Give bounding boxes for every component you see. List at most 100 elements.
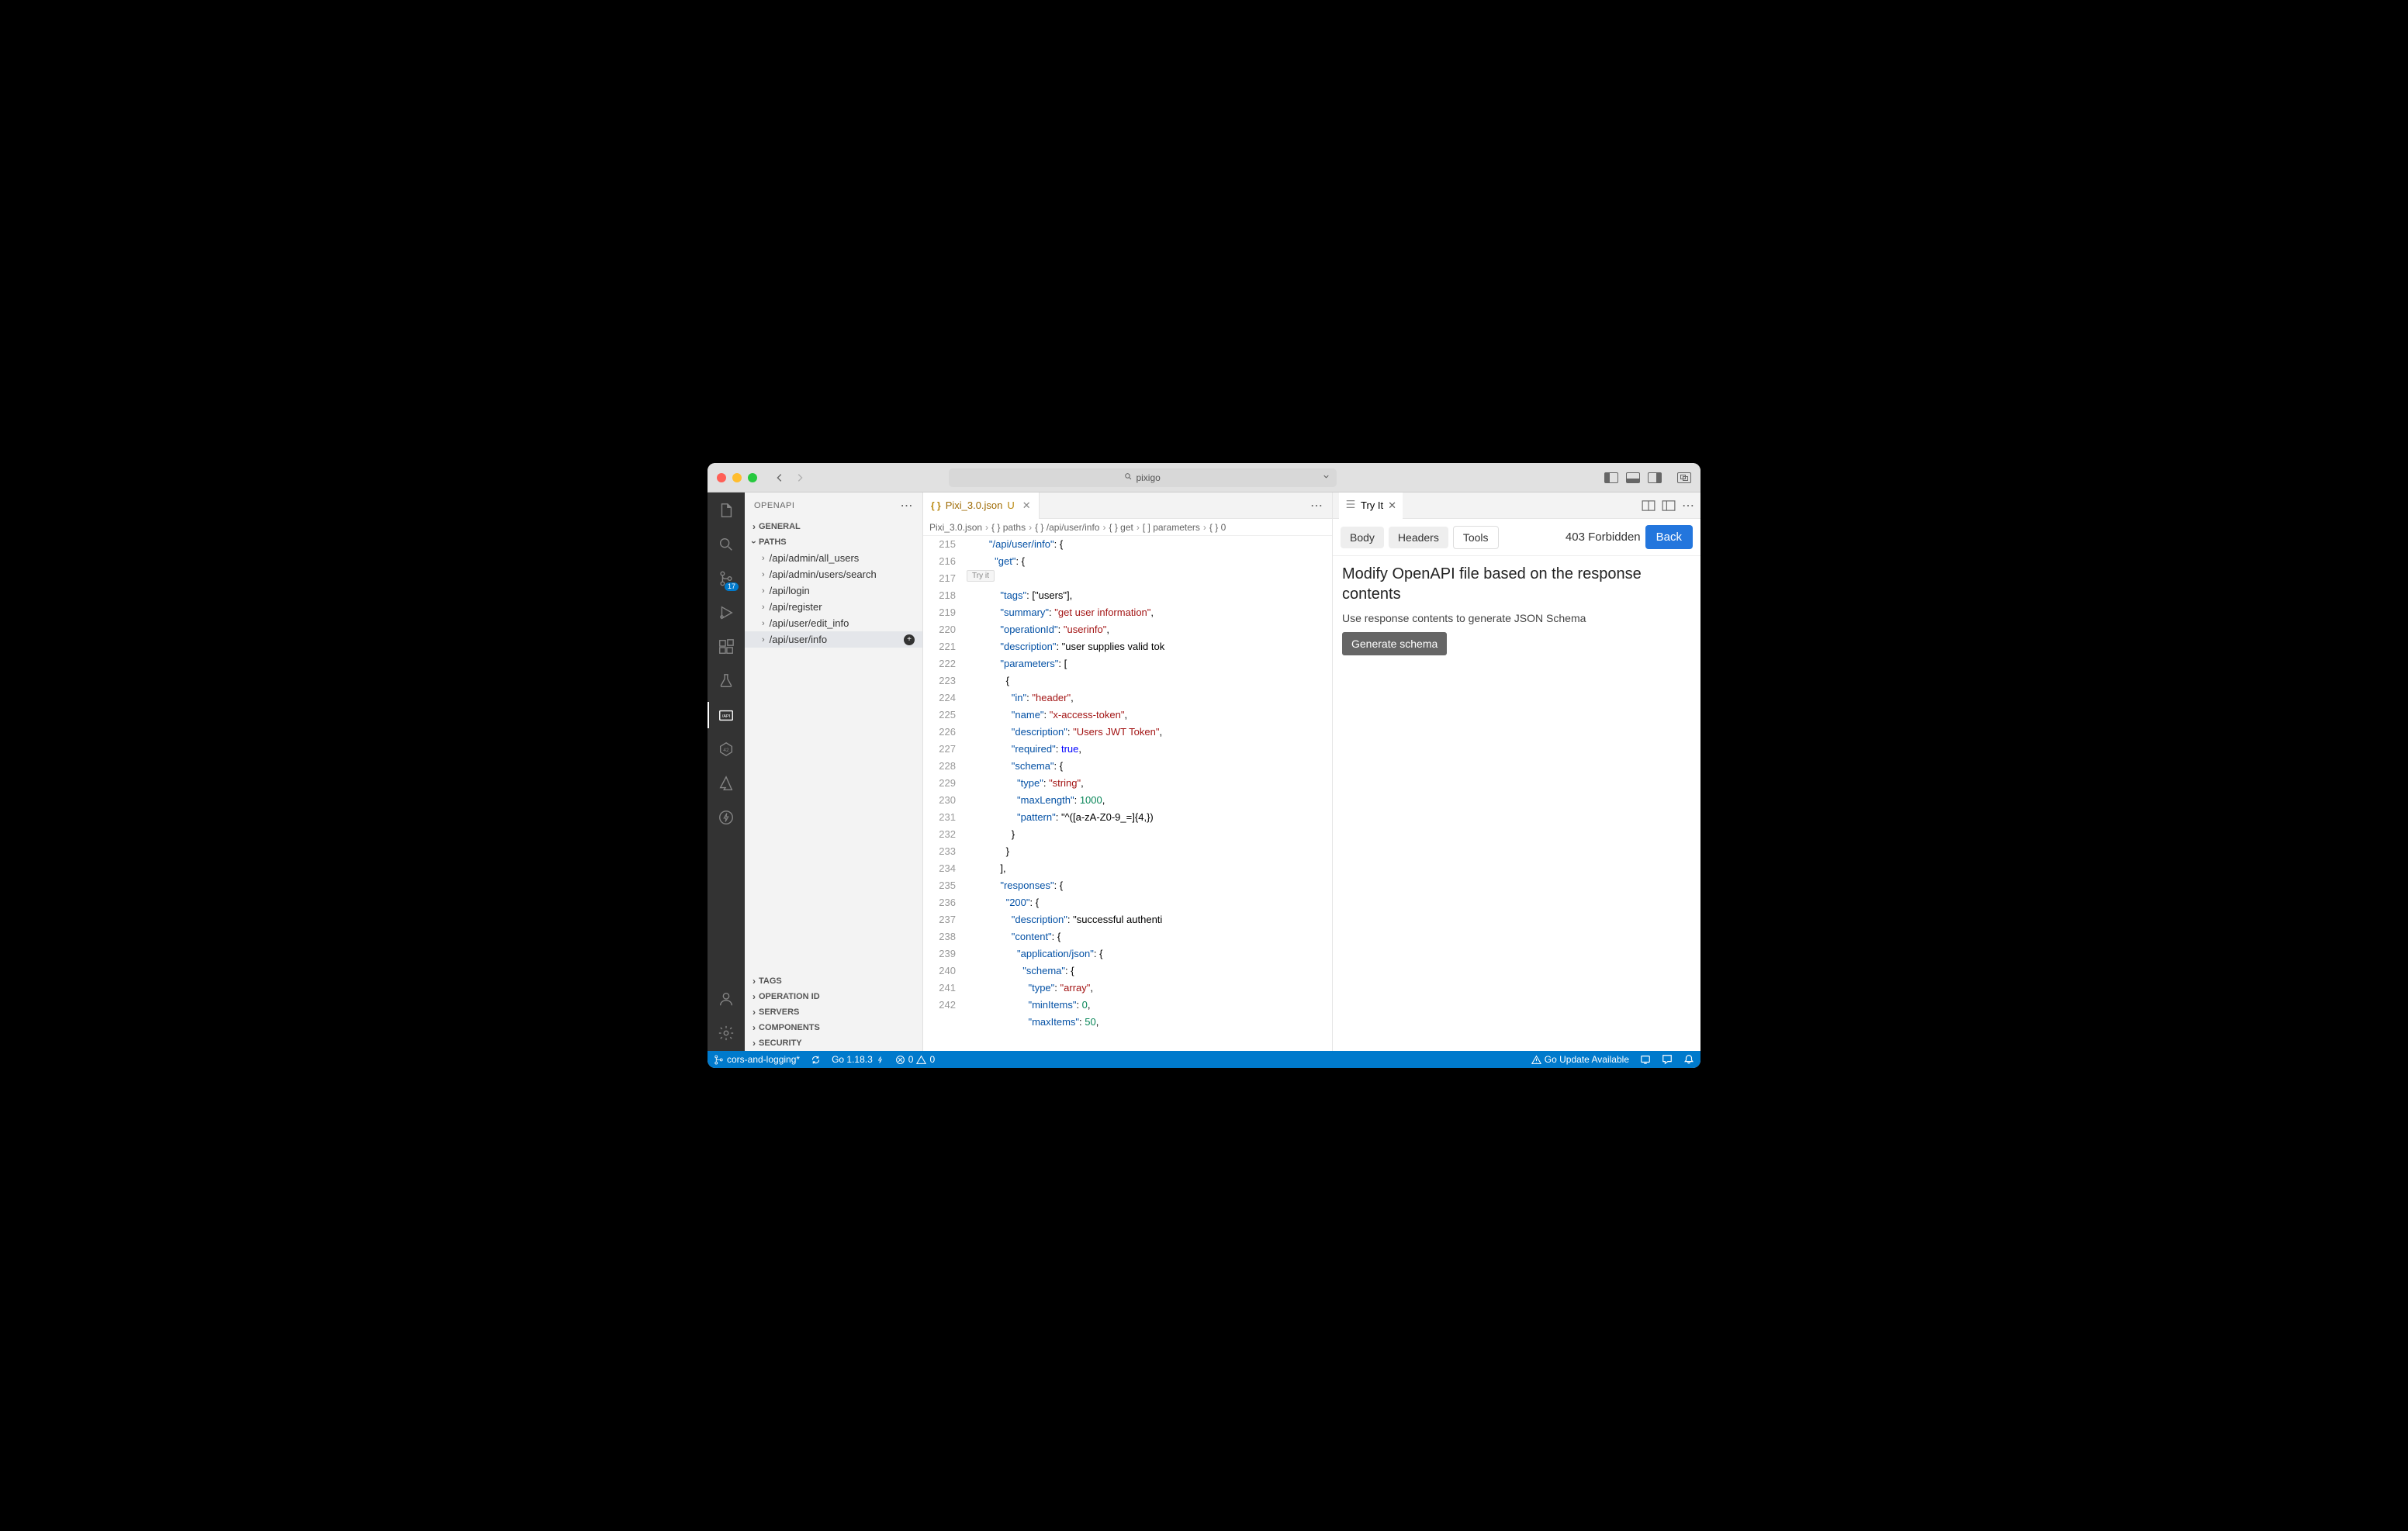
section-components[interactable]: ›COMPONENTS — [745, 1020, 922, 1035]
panel-description: Use response contents to generate JSON S… — [1342, 612, 1691, 624]
code-lines[interactable]: "/api/user/info": { "get": { "tags": ["u… — [967, 536, 1332, 1051]
panel-heading: Modify OpenAPI file based on the respons… — [1342, 564, 1691, 604]
chevron-right-icon: › — [985, 522, 988, 533]
chevron-right-icon: › — [762, 619, 765, 628]
section-label: PATHS — [759, 537, 787, 547]
extensions-icon[interactable] — [716, 637, 736, 657]
sidebar: OPENAPI ⋯ › GENERAL › PATHS ›/api/admin/… — [745, 492, 923, 1051]
go-version: Go 1.18.3 — [832, 1054, 873, 1065]
sidebar-path-item[interactable]: ›/api/admin/all_users — [745, 550, 922, 566]
path-label: /api/register — [770, 601, 822, 613]
path-label: /api/admin/users/search — [770, 569, 877, 580]
breadcrumb-segment[interactable]: { } 0 — [1209, 522, 1226, 533]
go-update-item[interactable]: Go Update Available — [1531, 1054, 1629, 1065]
section-paths[interactable]: › PATHS — [745, 534, 922, 550]
breadcrumb-segment[interactable]: { } get — [1109, 522, 1133, 533]
panel-toolbar: Body Headers Tools 403 Forbidden Back — [1333, 519, 1700, 556]
bell-icon[interactable] — [1683, 1054, 1694, 1065]
tryit-codelens[interactable]: Try it — [967, 570, 995, 582]
branch-name: cors-and-logging* — [727, 1054, 800, 1065]
breadcrumb[interactable]: Pixi_3.0.json›{ } paths›{ } /api/user/in… — [923, 519, 1332, 536]
git-branch-item[interactable]: cors-and-logging* — [714, 1054, 800, 1065]
layout-sidebar-left-icon[interactable] — [1604, 472, 1618, 483]
flask-icon[interactable] — [716, 671, 736, 691]
close-icon[interactable]: ✕ — [1388, 499, 1396, 512]
generate-schema-button[interactable]: Generate schema — [1342, 632, 1447, 655]
feedback-item[interactable] — [1662, 1054, 1673, 1065]
close-icon[interactable]: ✕ — [1022, 499, 1031, 512]
breadcrumb-segment[interactable]: Pixi_3.0.json — [929, 522, 982, 533]
breadcrumb-segment[interactable]: { } paths — [991, 522, 1026, 533]
command-center-text: pixigo — [1136, 472, 1160, 483]
thunder-icon[interactable] — [716, 807, 736, 828]
section-label: GENERAL — [759, 522, 801, 531]
sidebar-path-item[interactable]: ›/api/user/info+ — [745, 631, 922, 648]
traffic-lights — [717, 473, 757, 482]
path-label: /api/login — [770, 585, 810, 596]
chevron-right-icon: › — [752, 976, 756, 987]
body-tab-button[interactable]: Body — [1341, 527, 1384, 548]
back-button[interactable]: Back — [1645, 525, 1693, 549]
section-label: OPERATION ID — [759, 992, 820, 1001]
panel-tab-tryit[interactable]: Try It ✕ — [1339, 492, 1403, 519]
split-editor-icon[interactable] — [1642, 500, 1656, 511]
maximize-window-icon[interactable] — [748, 473, 757, 482]
section-security[interactable]: ›SECURITY — [745, 1035, 922, 1051]
section-tags[interactable]: ›TAGS — [745, 973, 922, 989]
settings-gear-icon[interactable] — [716, 1023, 736, 1043]
path-label: /api/admin/all_users — [770, 552, 860, 564]
nav-forward-icon[interactable] — [793, 471, 807, 485]
path-label: /api/user/info — [770, 634, 827, 645]
editor-more-icon[interactable]: ⋯ — [1301, 498, 1332, 513]
editor-tab[interactable]: { } Pixi_3.0.json U ✕ — [923, 492, 1040, 519]
close-window-icon[interactable] — [717, 473, 726, 482]
sync-item[interactable] — [811, 1055, 821, 1065]
sidebar-path-item[interactable]: › /api/login — [745, 582, 922, 599]
layout-sidebar-right-icon[interactable] — [1648, 472, 1662, 483]
panel-body: Modify OpenAPI file based on the respons… — [1333, 556, 1700, 663]
main-body: 17 /API 42 — [708, 492, 1700, 1051]
run-debug-icon[interactable] — [716, 603, 736, 623]
section-label: TAGS — [759, 976, 782, 986]
source-control-icon[interactable]: 17 — [716, 569, 736, 589]
panel-more-icon[interactable]: ⋯ — [1682, 498, 1694, 513]
command-center[interactable]: pixigo — [949, 468, 1337, 487]
42crunch-icon[interactable]: 42 — [716, 739, 736, 759]
chevron-right-icon: › — [762, 586, 765, 596]
breadcrumb-segment[interactable]: [ ] parameters — [1143, 522, 1200, 533]
sidebar-more-icon[interactable]: ⋯ — [901, 498, 914, 513]
layout-panel-bottom-icon[interactable] — [1626, 472, 1640, 483]
tools-tab-button[interactable]: Tools — [1453, 526, 1499, 549]
sidebar-path-item[interactable]: ›/api/register — [745, 599, 922, 615]
sidebar-title: OPENAPI — [754, 501, 794, 510]
app-window: pixigo 17 — [708, 463, 1700, 1068]
nav-back-icon[interactable] — [773, 471, 787, 485]
update-text: Go Update Available — [1545, 1054, 1629, 1065]
section-servers[interactable]: ›SERVERS — [745, 1004, 922, 1020]
section-general[interactable]: › GENERAL — [745, 519, 922, 534]
go-version-item[interactable]: Go 1.18.3 — [832, 1054, 884, 1065]
sidebar-path-item[interactable]: ›/api/admin/users/search — [745, 566, 922, 582]
error-count: 0 — [908, 1054, 914, 1065]
activity-bar: 17 /API 42 — [708, 492, 745, 1051]
azure-icon[interactable] — [716, 773, 736, 793]
problems-item[interactable]: 0 0 — [895, 1054, 935, 1065]
minimize-window-icon[interactable] — [732, 473, 742, 482]
explorer-icon[interactable] — [716, 500, 736, 520]
headers-tab-button[interactable]: Headers — [1389, 527, 1448, 548]
account-icon[interactable] — [716, 989, 736, 1009]
breadcrumb-segment[interactable]: { } /api/user/info — [1035, 522, 1099, 533]
code-editor[interactable]: 2152162172182192202212222232242252262272… — [923, 536, 1332, 1051]
sidebar-header: OPENAPI ⋯ — [745, 492, 922, 519]
layout-customize-icon[interactable] — [1677, 472, 1691, 483]
add-icon[interactable]: + — [904, 634, 915, 645]
sidebar-path-item[interactable]: ›/api/user/edit_info — [745, 615, 922, 631]
chevron-right-icon: › — [1102, 522, 1105, 533]
search-icon[interactable] — [716, 534, 736, 555]
layout-icon[interactable] — [1662, 500, 1676, 511]
remote-item[interactable] — [1640, 1054, 1651, 1065]
api-icon[interactable]: /API — [716, 705, 736, 725]
section-label: COMPONENTS — [759, 1023, 820, 1032]
section-operation-id[interactable]: ›OPERATION ID — [745, 989, 922, 1004]
status-bar: cors-and-logging* Go 1.18.3 0 0 Go Updat… — [708, 1051, 1700, 1068]
